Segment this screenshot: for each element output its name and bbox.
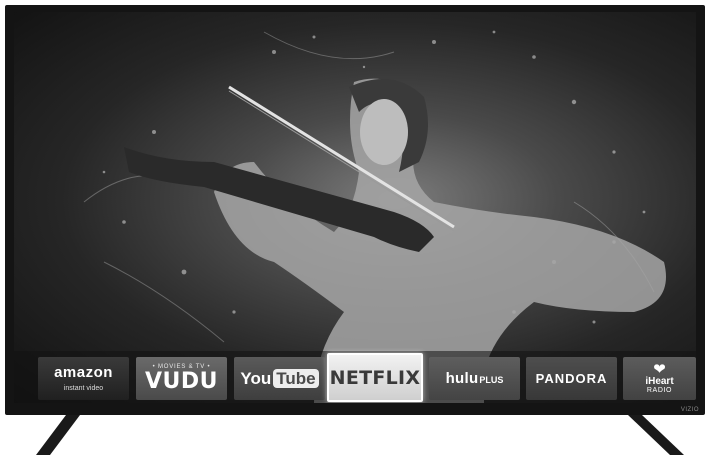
amazon-instant-video-tile[interactable]: amazon instant video	[38, 357, 129, 400]
youtube-tube-text: Tube	[273, 369, 319, 388]
violinist-background-image	[83, 30, 666, 403]
hulu-logo-text: hulu	[445, 370, 479, 387]
iheartradio-tile[interactable]: ❤ iHeart RADIO	[623, 357, 696, 400]
iheart-radio-icon: ❤	[653, 361, 666, 378]
youtube-tile[interactable]: You Tube	[234, 357, 325, 400]
hulu-plus-tile[interactable]: hulu PLUS	[429, 357, 520, 400]
pandora-tile[interactable]: PANDORA	[526, 357, 617, 400]
netflix-tile[interactable]: NETFLIX	[327, 353, 423, 402]
iheart-logo-text: iHeart	[645, 376, 674, 387]
amazon-logo-text: amazon	[54, 363, 113, 381]
netflix-logo-text: NETFLIX	[329, 366, 421, 389]
vudu-logo-text: VUDU	[144, 369, 219, 394]
tv-stand	[36, 415, 684, 455]
app-launcher-bar: amazon instant video • MOVIES & TV • VUD…	[14, 351, 696, 403]
hulu-plus-text: PLUS	[479, 375, 504, 385]
left-stand-leg	[36, 415, 80, 455]
amazon-sublabel: instant video	[63, 384, 104, 392]
vudu-tile[interactable]: • MOVIES & TV • VUDU	[136, 357, 227, 400]
pandora-logo-text: PANDORA	[535, 371, 608, 386]
youtube-you-text: You	[240, 368, 272, 388]
tv-frame: amazon instant video • MOVIES & TV • VUD…	[5, 5, 705, 415]
youtube-logo: You Tube	[240, 368, 319, 389]
hulu-logo: hulu PLUS	[446, 370, 504, 387]
right-stand-leg	[628, 415, 684, 455]
iheart-radio-text: RADIO	[646, 387, 673, 394]
tv-screen: amazon instant video • MOVIES & TV • VUD…	[14, 12, 696, 403]
